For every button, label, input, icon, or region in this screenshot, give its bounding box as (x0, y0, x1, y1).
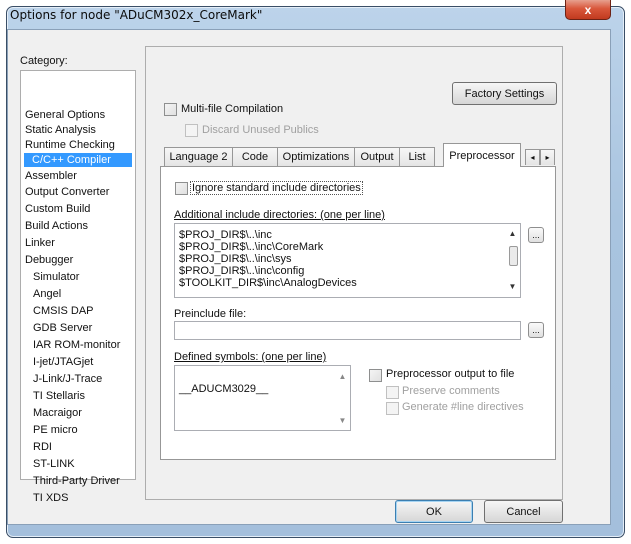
tab-preprocessor[interactable]: Preprocessor (443, 143, 521, 167)
category-item-general-options[interactable]: General Options (25, 108, 105, 122)
include-dirs-label: Additional include directories: (one per… (174, 209, 385, 221)
scroll-down-arrow-icon[interactable]: ▼ (505, 279, 520, 294)
category-item-debugger[interactable]: Debugger (25, 253, 73, 267)
pp-output-checkbox[interactable] (369, 369, 382, 382)
category-item-custom-build[interactable]: Custom Build (25, 202, 90, 216)
include-dirs-browse-button[interactable]: ... (528, 227, 544, 243)
defined-symbol-line: __ADUCM3029__ (179, 383, 269, 395)
category-item-ti-stellaris[interactable]: TI Stellaris (33, 389, 85, 403)
include-dir-line: $TOOLKIT_DIR$\inc\AnalogDevices (179, 277, 357, 289)
category-item-simulator[interactable]: Simulator (33, 270, 79, 284)
ignore-std-include-label: Ignore standard include directories (190, 181, 363, 195)
category-item-c-cpp-compiler[interactable]: C/C++ Compiler (24, 153, 132, 167)
preserve-comments-checkbox[interactable] (386, 386, 399, 399)
tab-optimizations[interactable]: Optimizations (277, 147, 355, 166)
discard-unused-label: Discard Unused Publics (202, 124, 319, 136)
category-item-gdb-server[interactable]: GDB Server (33, 321, 92, 335)
preserve-comments-label: Preserve comments (402, 385, 500, 397)
category-item-angel[interactable]: Angel (33, 287, 61, 301)
cancel-button[interactable]: Cancel (484, 500, 563, 523)
category-item-ti-xds[interactable]: TI XDS (33, 491, 68, 505)
tab-output[interactable]: Output (354, 147, 400, 166)
category-label: Category: (20, 55, 68, 67)
scroll-down-arrow-icon[interactable]: ▼ (335, 413, 350, 428)
include-dir-line: $PROJ_DIR$\..\inc\sys (179, 253, 292, 265)
defined-symbols-textarea[interactable]: __ADUCM3029__ ▲ ▼ (174, 365, 351, 431)
scrollbar-thumb[interactable] (509, 246, 518, 266)
category-item-assembler[interactable]: Assembler (25, 169, 77, 183)
category-item-cmsis-dap[interactable]: CMSIS DAP (33, 304, 94, 318)
category-item-pe-micro[interactable]: PE micro (33, 423, 78, 437)
pp-output-label: Preprocessor output to file (386, 368, 515, 380)
ignore-std-include-checkbox[interactable] (175, 182, 188, 195)
defined-symbols-label: Defined symbols: (one per line) (174, 351, 327, 363)
include-dir-line: $PROJ_DIR$\..\inc\config (179, 265, 305, 277)
category-list[interactable]: General Options Static Analysis Runtime … (20, 70, 136, 504)
scroll-up-arrow-icon[interactable]: ▲ (335, 369, 350, 384)
close-button[interactable]: x (565, 0, 611, 20)
generate-line-label: Generate #line directives (402, 401, 524, 413)
category-item-output-converter[interactable]: Output Converter (25, 185, 109, 199)
multi-file-checkbox[interactable] (164, 103, 177, 116)
tab-scroll-right-button[interactable]: ▸ (540, 149, 555, 165)
include-dirs-textarea[interactable]: $PROJ_DIR$\..\inc $PROJ_DIR$\..\inc\Core… (174, 223, 521, 298)
category-item-ijet-jtagjet[interactable]: I-jet/JTAGjet (33, 355, 93, 369)
category-item-rdi[interactable]: RDI (33, 440, 52, 454)
category-item-iar-rom-monitor[interactable]: IAR ROM-monitor (33, 338, 120, 352)
category-item-third-party-driver[interactable]: Third-Party Driver (33, 474, 120, 488)
ok-button[interactable]: OK (395, 500, 473, 523)
scroll-up-arrow-icon[interactable]: ▲ (505, 226, 520, 241)
category-item-st-link[interactable]: ST-LINK (33, 457, 75, 471)
preinclude-label: Preinclude file: (174, 308, 247, 320)
category-item-runtime-checking[interactable]: Runtime Checking (25, 138, 115, 152)
preinclude-input[interactable] (174, 321, 521, 340)
discard-unused-checkbox[interactable] (185, 124, 198, 137)
include-dir-line: $PROJ_DIR$\..\inc\CoreMark (179, 241, 324, 253)
factory-settings-button[interactable]: Factory Settings (452, 82, 557, 105)
tab-code[interactable]: Code (232, 147, 278, 166)
category-item-jlink-jtrace[interactable]: J-Link/J-Trace (33, 372, 102, 386)
category-item-macraigor[interactable]: Macraigor (33, 406, 82, 420)
multi-file-label: Multi-file Compilation (181, 103, 284, 115)
category-item-linker[interactable]: Linker (25, 236, 55, 250)
tab-language-2[interactable]: Language 2 (164, 147, 233, 166)
category-item-build-actions[interactable]: Build Actions (25, 219, 88, 233)
category-item-static-analysis[interactable]: Static Analysis (25, 123, 96, 137)
tab-scroll-left-button[interactable]: ◂ (525, 149, 540, 165)
window-title: Options for node "ADuCM302x_CoreMark" (10, 8, 263, 22)
tab-list[interactable]: List (399, 147, 435, 166)
generate-line-checkbox[interactable] (386, 402, 399, 415)
preinclude-browse-button[interactable]: ... (528, 322, 544, 338)
include-dir-line: $PROJ_DIR$\..\inc (179, 229, 272, 241)
